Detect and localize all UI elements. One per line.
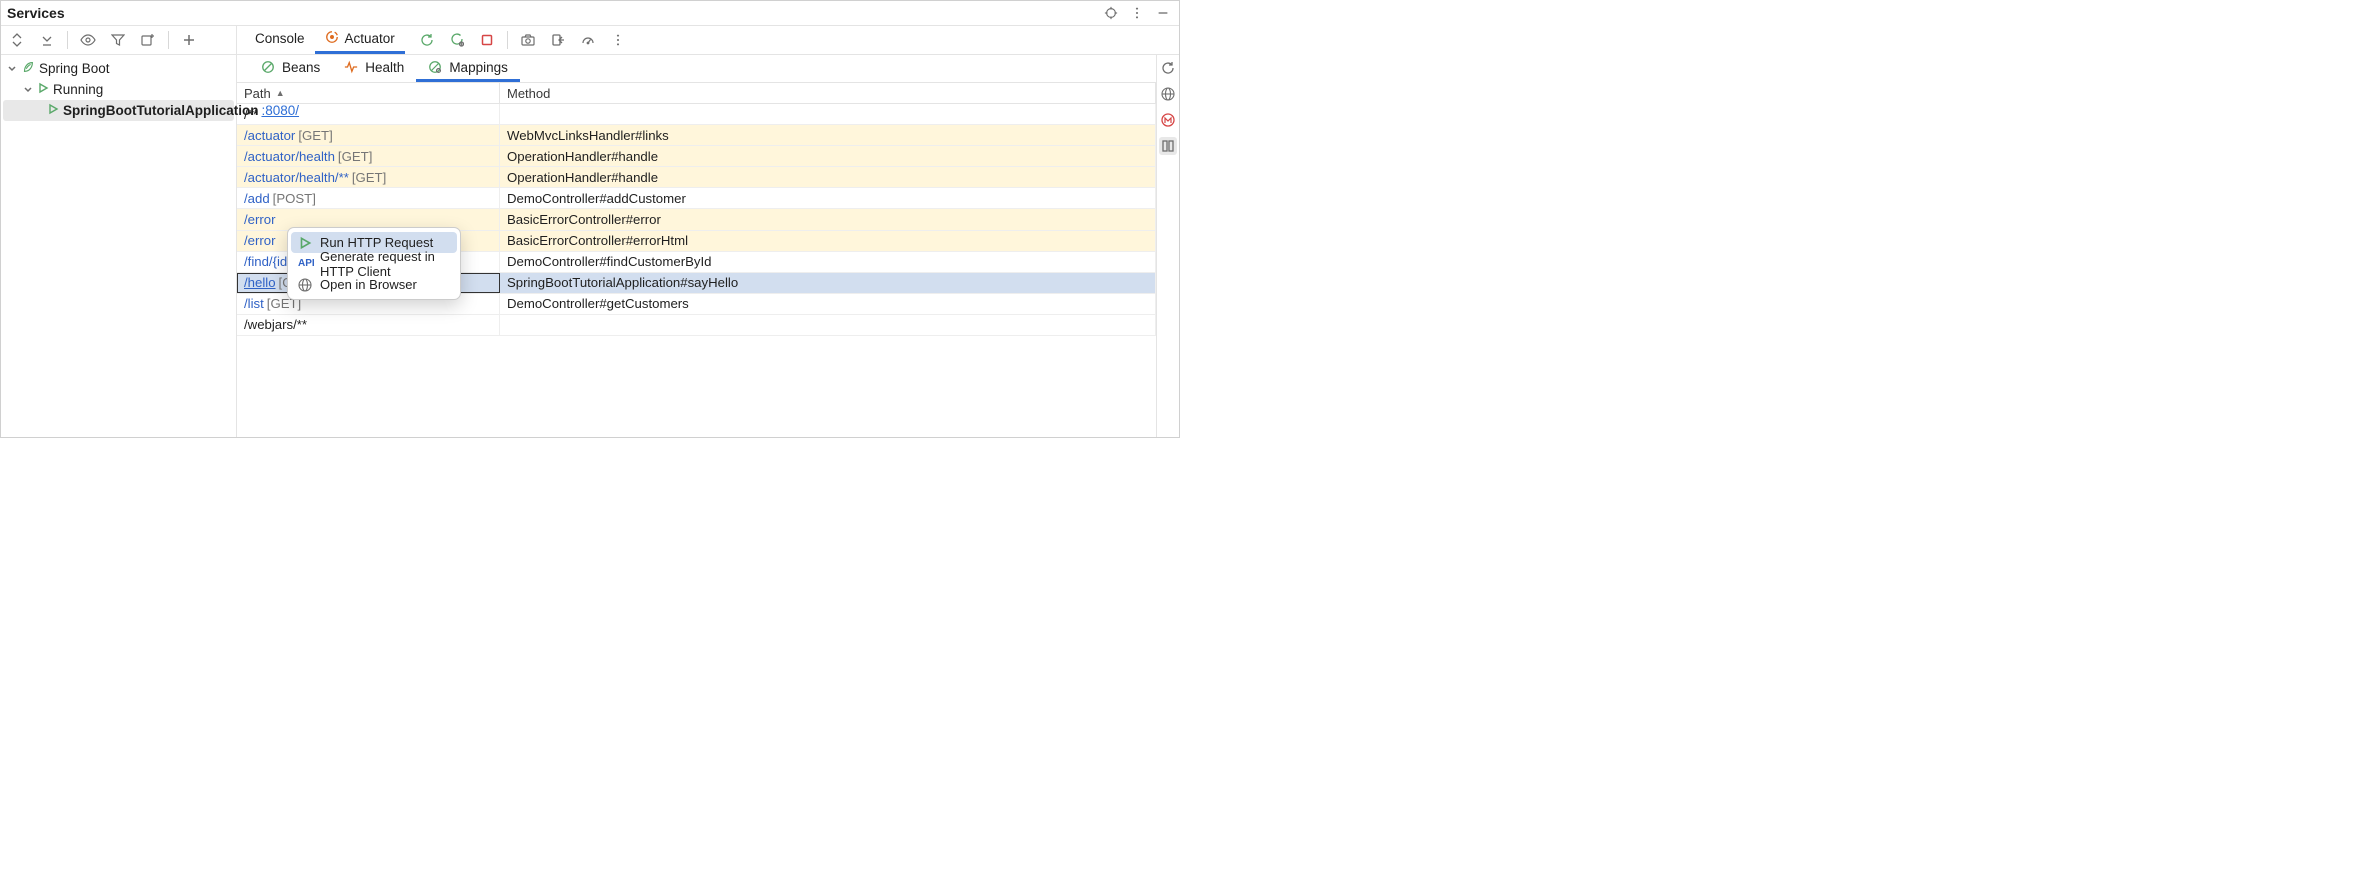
tree-label: Spring Boot [39,61,110,76]
play-icon [47,103,59,118]
chevron-down-icon [21,83,35,97]
table-row[interactable]: /actuator[GET]WebMvcLinksHandler#links [237,125,1156,146]
tree-toolbar [1,26,237,54]
panel-title: Services [7,5,65,21]
play-icon [37,82,49,97]
collapse-all-icon[interactable] [37,30,57,50]
api-icon: API [298,258,312,269]
menu-label: Open in Browser [320,277,417,292]
actuator-icon [325,30,339,47]
tree-node-running[interactable]: Running [1,79,236,100]
table-row[interactable]: /** [237,104,1156,125]
filter-icon[interactable] [108,30,128,50]
more-icon[interactable] [1127,3,1147,23]
tab-label: Actuator [345,31,395,46]
maven-icon[interactable] [1159,111,1177,129]
stop-icon[interactable] [477,30,497,50]
column-header-path[interactable]: Path▲ [237,83,500,103]
subtab-label: Health [365,60,404,75]
rerun-icon[interactable] [417,30,437,50]
chevron-down-icon [5,62,19,76]
table-row[interactable]: /actuator/health[GET]OperationHandler#ha… [237,146,1156,167]
run-config-icon[interactable] [447,30,467,50]
sort-asc-icon: ▲ [276,88,285,98]
dashboard-icon[interactable] [578,30,598,50]
subtab-health[interactable]: Health [332,55,416,82]
new-panel-icon[interactable] [138,30,158,50]
column-header-method[interactable]: Method [500,83,1156,103]
minimize-icon[interactable] [1153,3,1173,23]
context-menu: Run HTTP Request API Generate request in… [287,227,461,300]
subtab-beans[interactable]: Beans [249,55,332,82]
globe-icon[interactable] [1159,85,1177,103]
table-row[interactable]: /actuator/health/**[GET]OperationHandler… [237,167,1156,188]
table-row[interactable]: /add[POST]DemoController#addCustomer [237,188,1156,209]
camera-icon[interactable] [518,30,538,50]
menu-generate-request[interactable]: API Generate request in HTTP Client [288,253,460,274]
subtab-label: Beans [282,60,320,75]
forbid-icon [261,60,275,74]
refresh-icon[interactable] [1159,59,1177,77]
add-icon[interactable] [179,30,199,50]
globe-icon [298,278,312,292]
subtab-mappings[interactable]: Mappings [416,55,520,82]
tree-label: SpringBootTutorialApplication [63,103,258,118]
tab-label: Console [255,31,305,46]
table-row[interactable]: /webjars/** [237,315,1156,336]
heartbeat-icon [344,60,358,74]
tree-node-app[interactable]: SpringBootTutorialApplication :8080/ [3,100,234,121]
play-icon [298,236,312,250]
target-icon[interactable] [1101,3,1121,23]
tree-pane: Spring Boot Running SpringBootTutorialAp… [1,55,237,437]
tree-label: Running [53,82,103,97]
more-actions-icon[interactable] [608,30,628,50]
tree-node-springboot[interactable]: Spring Boot [1,58,236,79]
spring-icon [21,60,35,77]
tab-actuator[interactable]: Actuator [315,26,405,54]
globe-icon [428,60,442,74]
show-icon[interactable] [78,30,98,50]
subtab-label: Mappings [449,60,508,75]
tab-console[interactable]: Console [245,26,315,54]
right-gutter [1157,55,1179,437]
exit-icon[interactable] [548,30,568,50]
menu-label: Generate request in HTTP Client [320,249,450,279]
expand-collapse-icon[interactable] [7,30,27,50]
panels-icon[interactable] [1159,137,1177,155]
